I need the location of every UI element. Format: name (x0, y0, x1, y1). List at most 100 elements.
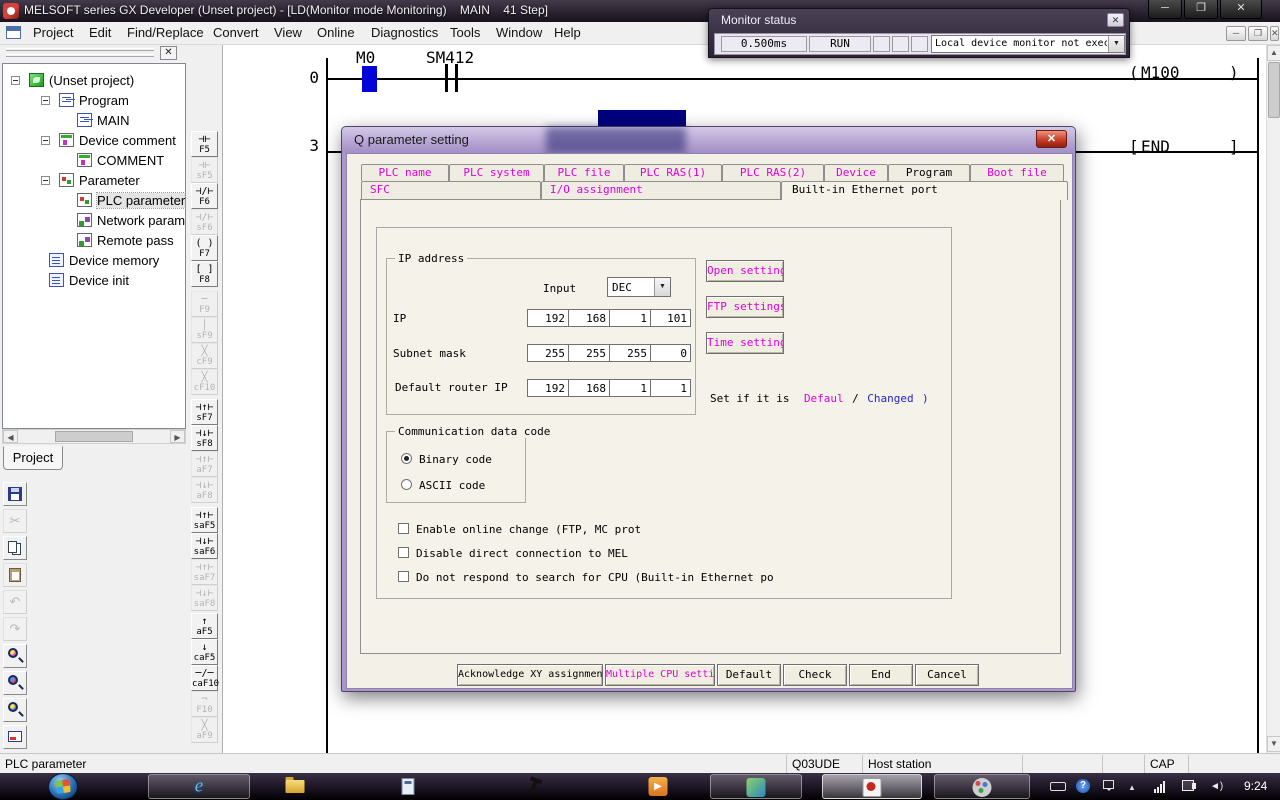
project-tab[interactable]: Project (3, 446, 63, 470)
scroll-left-icon[interactable]: ◀ (3, 430, 18, 443)
speaker-icon[interactable]: ◄) (1210, 781, 1223, 792)
show-hidden-icons-icon[interactable]: ▲ (1128, 783, 1136, 792)
chevron-down-icon[interactable]: ▼ (1108, 36, 1124, 52)
mdi-restore-button[interactable]: ❐ (1248, 26, 1268, 41)
tree-item-plc-parameter[interactable]: PLC parameter (3, 191, 185, 211)
ip-octet-field[interactable]: 168 (568, 309, 609, 327)
symbol-application-f8[interactable]: [ ]F8 (191, 261, 218, 287)
taskbar-calculator-button[interactable] (388, 774, 428, 799)
menu-tools[interactable]: Tools (441, 22, 489, 44)
symbol-coil-f7[interactable]: ( )F7 (191, 235, 218, 261)
find-button[interactable] (3, 644, 27, 668)
tab-boot-file[interactable]: Boot file (970, 164, 1064, 181)
tree-item-device-comment[interactable]: Device comment (3, 131, 185, 151)
tab-io-assignment[interactable]: I/O assignment (541, 181, 781, 199)
ip-octet-field[interactable]: 192 (527, 309, 568, 327)
tab-plc-ras1[interactable]: PLC RAS(1) (624, 164, 722, 181)
acknowledge-xy-assignment-button[interactable]: Acknowledge XY assignment (457, 664, 603, 686)
default-button[interactable]: Default (717, 664, 781, 686)
symbol-saf6[interactable]: ⊣↓⊢saF6 (191, 533, 218, 559)
tab-plc-ras2[interactable]: PLC RAS(2) (722, 164, 824, 181)
symbol-caf10[interactable]: ─/─caF10 (191, 665, 218, 691)
ascii-code-radio[interactable] (401, 479, 412, 490)
menu-online[interactable]: Online (308, 22, 364, 44)
dialog-titlebar[interactable]: Q parameter setting (342, 127, 1075, 153)
tab-device[interactable]: Device (824, 164, 888, 181)
subnet-octet-field[interactable]: 0 (650, 344, 691, 362)
copy-button[interactable] (3, 536, 27, 560)
network-connection-icon[interactable] (1182, 780, 1194, 791)
multiple-cpu-setting-button[interactable]: Multiple CPU setting (605, 664, 715, 686)
help-icon[interactable]: ? (1076, 779, 1090, 793)
tree-item-program[interactable]: Program (3, 91, 185, 111)
scroll-thumb[interactable] (1268, 62, 1280, 118)
router-octet-field[interactable]: 1 (609, 379, 650, 397)
tree-item-device-init[interactable]: Device init (3, 271, 185, 291)
menu-project[interactable]: Project (24, 22, 82, 44)
tab-sfc[interactable]: SFC (361, 181, 541, 199)
scroll-up-icon[interactable]: ▲ (1267, 45, 1280, 61)
taskbar-ie-button[interactable]: e (148, 774, 250, 799)
scroll-right-icon[interactable]: ▶ (170, 430, 185, 443)
taskbar-gx-developer-button[interactable] (822, 774, 922, 799)
tab-plc-file[interactable]: PLC file (544, 164, 624, 181)
open-settings-button[interactable]: Open settings (706, 260, 784, 282)
ip-octet-field[interactable]: 1 (609, 309, 650, 327)
mdi-close-button[interactable]: ✕ (1270, 26, 1279, 41)
symbol-rising-pulse-sf7[interactable]: ⊣↑⊢sF7 (191, 399, 218, 425)
binary-code-radio[interactable] (401, 453, 412, 464)
collapse-icon[interactable] (41, 176, 50, 185)
taskbar-paint-button[interactable] (934, 774, 1030, 799)
start-button[interactable] (48, 773, 78, 800)
menu-find-replace[interactable]: Find/Replace (118, 22, 213, 44)
subnet-octet-field[interactable]: 255 (568, 344, 609, 362)
local-device-monitor-dropdown[interactable]: Local device monitor not execu ▼ (931, 35, 1125, 53)
scroll-down-icon[interactable]: ▼ (1267, 736, 1280, 752)
clock[interactable]: 9:24 (1244, 779, 1267, 793)
minimize-button[interactable]: ─ (1148, 0, 1182, 19)
restore-button[interactable]: ❐ (1184, 0, 1218, 19)
symbol-closed-contact-f6[interactable]: ⊣/⊢F6 (191, 183, 218, 209)
symbol-rising-af5[interactable]: ↑aF5 (191, 613, 218, 639)
router-octet-field[interactable]: 192 (527, 379, 568, 397)
find-device-button[interactable] (3, 671, 27, 695)
scroll-thumb[interactable] (55, 431, 133, 442)
disable-direct-connection-checkbox[interactable] (398, 547, 409, 558)
toolbar-close-icon[interactable]: ✕ (160, 46, 177, 60)
collapse-icon[interactable] (11, 76, 20, 85)
collapse-icon[interactable] (41, 136, 50, 145)
contact-m0-on[interactable] (362, 66, 377, 92)
taskbar-media-button[interactable]: ▶ (638, 774, 678, 799)
window-tray-icon[interactable] (1103, 780, 1114, 789)
network-signal-icon[interactable] (1154, 781, 1168, 793)
coil-label-m100[interactable]: M100 (1141, 63, 1180, 82)
cancel-button[interactable]: Cancel (915, 664, 979, 686)
symbol-falling-caf5[interactable]: ↓caF5 (191, 639, 218, 665)
tree-item-comment[interactable]: COMMENT (3, 151, 185, 171)
collapse-icon[interactable] (41, 96, 50, 105)
vertical-scrollbar[interactable]: ▲ ▼ (1266, 45, 1280, 753)
tree-item-network-param[interactable]: Network param (3, 211, 185, 231)
mdi-child-icon[interactable] (6, 26, 21, 39)
ip-octet-field[interactable]: 101 (650, 309, 691, 327)
enable-online-change-checkbox[interactable] (398, 523, 409, 534)
input-format-combobox[interactable]: DEC ▼ (607, 277, 671, 297)
monitor-close-icon[interactable]: ✕ (1107, 13, 1124, 27)
tab-plc-system[interactable]: PLC system (449, 164, 544, 181)
chevron-down-icon[interactable]: ▼ (654, 278, 670, 296)
router-octet-field[interactable]: 1 (650, 379, 691, 397)
tab-program[interactable]: Program (888, 164, 970, 181)
menu-convert[interactable]: Convert (204, 22, 268, 44)
symbol-falling-pulse-sf8[interactable]: ⊣↓⊢sF8 (191, 425, 218, 451)
time-settings-button[interactable]: Time settings (706, 332, 784, 354)
tree-item-parameter[interactable]: Parameter (3, 171, 185, 191)
menu-help[interactable]: Help (545, 22, 590, 44)
menu-view[interactable]: View (265, 22, 311, 44)
symbol-saf5[interactable]: ⊣↑⊢saF5 (191, 507, 218, 533)
menu-window[interactable]: Window (487, 22, 551, 44)
menu-edit[interactable]: Edit (80, 22, 120, 44)
ladder-monitor-button[interactable] (3, 725, 27, 749)
tree-hscrollbar[interactable]: ◀ ▶ (2, 429, 186, 444)
menu-diagnostics[interactable]: Diagnostics (362, 22, 447, 44)
keyboard-icon[interactable] (1050, 782, 1066, 791)
